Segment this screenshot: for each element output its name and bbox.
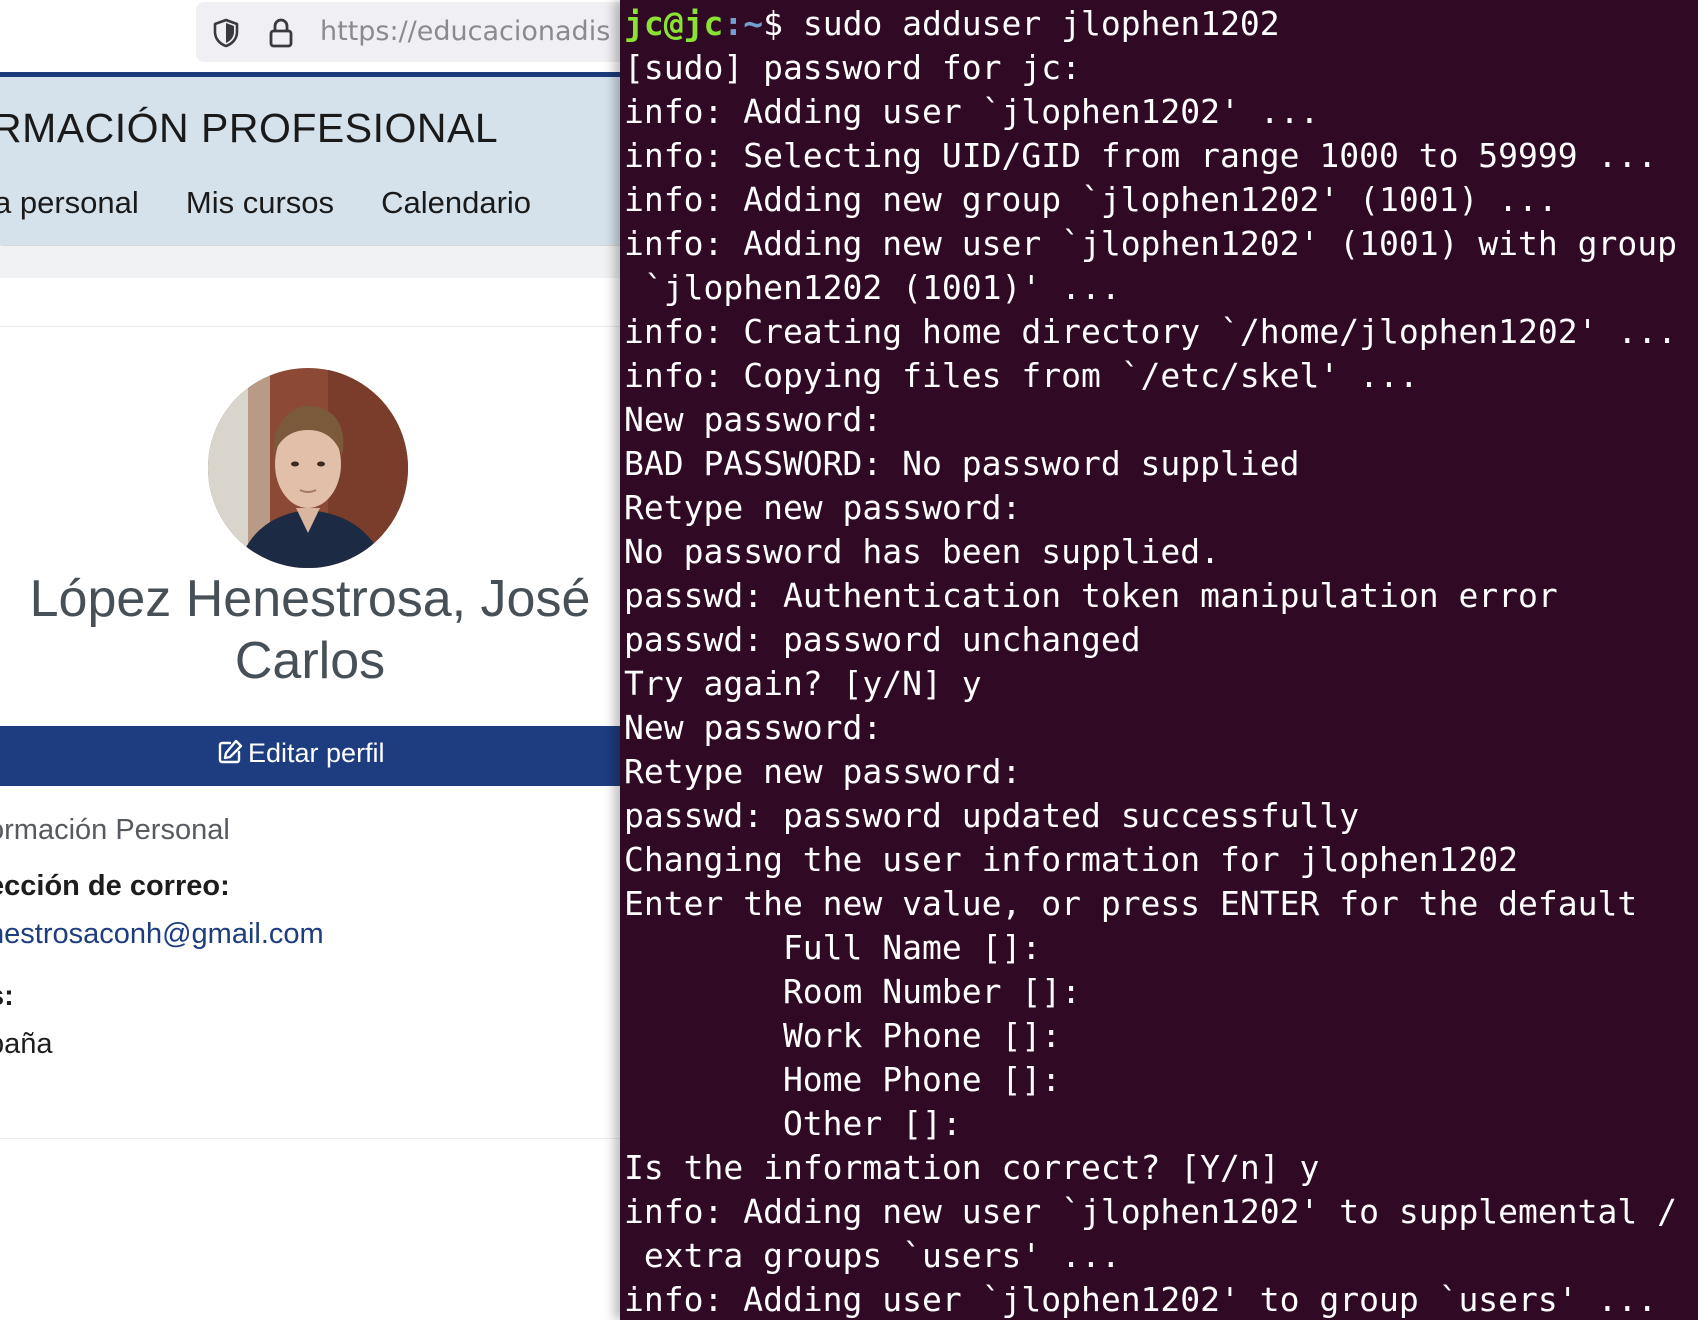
terminal-line: Retype new password:	[624, 488, 1022, 527]
terminal-line: Other []:	[624, 1104, 962, 1143]
page-band	[0, 246, 640, 278]
nav-item-mis-cursos[interactable]: Mis cursos	[186, 185, 334, 221]
terminal-line: Changing the user information for jlophe…	[624, 840, 1519, 879]
edit-icon	[216, 738, 244, 766]
terminal-line: info: Copying files from `/etc/skel' ...	[624, 356, 1419, 395]
address-bar[interactable]: https://educacionadis	[196, 2, 640, 62]
nav-item-area-personal[interactable]: a personal	[0, 185, 139, 221]
terminal-line: extra groups `users' ...	[624, 1236, 1121, 1275]
terminal-window[interactable]: jc@jc:~$ sudo adduser jlophen1202 [sudo] …	[620, 0, 1698, 1320]
terminal-line: BAD PASSWORD: No password supplied	[624, 444, 1300, 483]
site-header: RMACIÓN PROFESIONAL a personal Mis curso…	[0, 72, 640, 245]
terminal-line: info: Adding user `jlophen1202' ...	[624, 92, 1320, 131]
prompt-user: jc@jc	[624, 4, 724, 43]
edit-profile-label: Editar perfil	[248, 738, 385, 768]
browser-window: https://educacionadis RMACIÓN PROFESIONA…	[0, 0, 640, 1320]
terminal-line: Enter the new value, or press ENTER for …	[624, 884, 1638, 923]
email-link[interactable]: nestrosaconh@gmail.com	[0, 918, 324, 951]
terminal-line: No password has been supplied.	[624, 532, 1221, 571]
terminal-line: Is the information correct? [Y/n] y	[624, 1148, 1320, 1187]
terminal-line: `jlophen1202 (1001)' ...	[624, 268, 1121, 307]
terminal-line: info: Adding new user `jlophen1202' (100…	[624, 224, 1677, 263]
url-text[interactable]: https://educacionadis	[320, 16, 610, 47]
terminal-line: Full Name []:	[624, 928, 1042, 967]
terminal-line: New password:	[624, 400, 883, 439]
nav-item-calendario[interactable]: Calendario	[381, 185, 531, 221]
edit-profile-button[interactable]: Editar perfil	[216, 738, 385, 774]
edit-profile-bar: Editar perfil	[0, 726, 640, 786]
terminal-line: New password:	[624, 708, 883, 747]
site-nav: a personal Mis cursos Calendario	[0, 185, 573, 229]
terminal-line: passwd: password updated successfully	[624, 796, 1360, 835]
email-label: ección de correo:	[0, 870, 230, 902]
country-value: paña	[0, 1028, 53, 1060]
terminal-line: Retype new password:	[624, 752, 1022, 791]
site-title: RMACIÓN PROFESIONAL	[0, 105, 499, 151]
section-heading: ormación Personal	[0, 814, 230, 846]
terminal-line: Home Phone []:	[624, 1060, 1062, 1099]
profile-name-line1: López Henestrosa, José	[29, 570, 591, 628]
terminal-line: info: Creating home directory `/home/jlo…	[624, 312, 1677, 351]
country-label: s:	[0, 980, 14, 1012]
terminal-line: passwd: Authentication token manipulatio…	[624, 576, 1558, 615]
terminal-line: info: Adding user `jlophen1202' to group…	[624, 1280, 1658, 1319]
terminal-line: info: Selecting UID/GID from range 1000 …	[624, 136, 1658, 175]
terminal-command: sudo adduser jlophen1202	[802, 4, 1280, 43]
profile-name-line2: Carlos	[234, 632, 386, 690]
lock-icon[interactable]	[268, 17, 294, 49]
shield-icon[interactable]	[212, 18, 240, 48]
divider	[0, 326, 640, 327]
terminal-prompt-line: jc@jc:~$ sudo adduser jlophen1202	[624, 2, 1677, 46]
terminal-line: info: Adding new group `jlophen1202' (10…	[624, 180, 1558, 219]
avatar	[208, 368, 408, 568]
prompt-path: :~	[723, 4, 764, 43]
terminal-line: Work Phone []:	[624, 1016, 1062, 1055]
terminal-line: Room Number []:	[624, 972, 1081, 1011]
divider	[0, 1138, 640, 1139]
prompt-symbol: $	[763, 4, 803, 43]
profile-name: López Henestrosa, José Carlos	[0, 568, 640, 692]
terminal-line: passwd: password unchanged	[624, 620, 1141, 659]
terminal-line: [sudo] password for jc:	[624, 48, 1081, 87]
terminal-line: info: Adding new user `jlophen1202' to s…	[624, 1192, 1677, 1231]
terminal-line: Try again? [y/N] y	[624, 664, 982, 703]
terminal-output[interactable]: jc@jc:~$ sudo adduser jlophen1202 [sudo] …	[624, 2, 1677, 1320]
